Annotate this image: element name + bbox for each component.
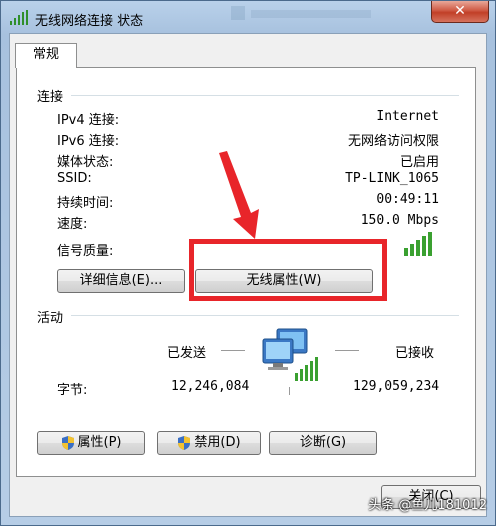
- wireless-signal-icon: [10, 10, 28, 25]
- properties-button[interactable]: 属性(P): [37, 431, 145, 455]
- signal-quality-label: 信号质量:: [57, 244, 114, 259]
- ssid-label: SSID:: [57, 171, 92, 186]
- diagnose-button[interactable]: 诊断(G): [269, 431, 377, 455]
- properties-button-label: 属性(P): [77, 435, 122, 450]
- uac-shield-icon: [61, 435, 74, 450]
- network-computers-icon: [262, 328, 318, 395]
- speed-label: 速度:: [57, 217, 88, 232]
- details-button[interactable]: 详细信息(E)...: [57, 269, 185, 293]
- uac-shield-icon: [178, 435, 191, 450]
- bytes-received-value: 129,059,234: [353, 379, 440, 394]
- ipv6-label: IPv6 连接:: [57, 134, 120, 149]
- highlight-box: [189, 239, 387, 301]
- disable-button-label: 禁用(D): [194, 435, 241, 450]
- duration-value: 00:49:11: [376, 192, 439, 207]
- watermark: 头条 @鱼儿181012: [368, 498, 487, 513]
- received-line: [335, 350, 359, 351]
- title-bar[interactable]: 无线网络连接 状态 ✕: [1, 1, 495, 35]
- background-window-ghost: [231, 6, 371, 20]
- speed-value: 150.0 Mbps: [360, 213, 439, 228]
- ssid-value: TP-LINK_1065: [345, 171, 439, 186]
- annotation-arrow-icon: [219, 151, 259, 239]
- received-label: 已接收: [395, 346, 435, 361]
- bytes-label: 字节:: [57, 383, 88, 398]
- connection-group-divider: [71, 95, 459, 96]
- media-state-label: 媒体状态:: [57, 155, 114, 170]
- disable-button[interactable]: 禁用(D): [157, 431, 261, 455]
- bytes-sent-value: 12,246,084: [171, 379, 250, 394]
- ipv4-label: IPv4 连接:: [57, 113, 120, 128]
- window-title: 无线网络连接 状态: [35, 14, 144, 29]
- status-window: 无线网络连接 状态 ✕ 常规 连接 IPv4 连接: Internet IPv6…: [0, 0, 496, 526]
- ipv6-value: 无网络访问权限: [347, 134, 439, 149]
- activity-group-label: 活动: [37, 307, 70, 326]
- activity-group-divider: [71, 315, 459, 316]
- tab-general[interactable]: 常规: [15, 43, 77, 68]
- close-window-button[interactable]: ✕: [431, 1, 489, 23]
- signal-strength-icon: [404, 232, 432, 256]
- media-state-value: 已启用: [399, 155, 439, 170]
- sent-line: [221, 350, 245, 351]
- connection-group-label: 连接: [37, 86, 70, 105]
- duration-label: 持续时间:: [57, 196, 114, 211]
- sent-label: 已发送: [167, 346, 207, 361]
- ipv4-value: Internet: [376, 109, 439, 124]
